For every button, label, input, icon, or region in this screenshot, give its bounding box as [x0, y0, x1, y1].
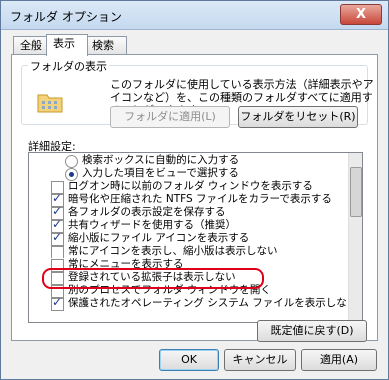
folder-view-group: フォルダの表示 このフォルダに使用している表示方法（詳細表示やアイコンなど）を、…: [21, 58, 374, 128]
apply-to-folders-button[interactable]: フォルダに適用(L): [110, 106, 230, 128]
highlight-ring: [42, 268, 264, 289]
folder-view-group-title: フォルダの表示: [28, 58, 109, 74]
close-button[interactable]: X: [340, 4, 382, 25]
folder-view-icon: [37, 94, 63, 113]
list-scrollbar[interactable]: [348, 153, 362, 266]
apply-button[interactable]: 適用(A): [301, 349, 377, 371]
tab-view[interactable]: 表示: [46, 34, 88, 56]
checkbox[interactable]: [51, 296, 64, 311]
restore-defaults-button[interactable]: 既定値に戻す(D): [257, 320, 367, 342]
reset-folders-button[interactable]: フォルダをリセット(R): [238, 106, 358, 128]
title-bar[interactable]: フォルダ オプション X: [1, 1, 388, 30]
view-tab-panel: フォルダの表示 このフォルダに使用している表示方法（詳細表示やアイコンなど）を、…: [11, 54, 378, 342]
window-title: フォルダ オプション: [10, 10, 122, 24]
checkbox[interactable]: [51, 231, 64, 246]
ok-button[interactable]: OK: [159, 349, 219, 371]
list-scrollbar-lower[interactable]: [348, 258, 362, 322]
scrollbar-thumb[interactable]: [350, 167, 362, 217]
radio-button[interactable]: [65, 155, 78, 168]
cancel-button[interactable]: キャンセル: [224, 349, 296, 371]
folder-options-dialog: フォルダ オプション X 全般 表示 検索 フォルダの表示 このフォルダに使用し…: [0, 0, 389, 380]
advanced-settings-list[interactable]: 検索ボックスに自動的に入力する 入力した項目をビューで選択する ログオン時に以前…: [28, 152, 363, 267]
tab-search[interactable]: 検索: [85, 36, 127, 55]
